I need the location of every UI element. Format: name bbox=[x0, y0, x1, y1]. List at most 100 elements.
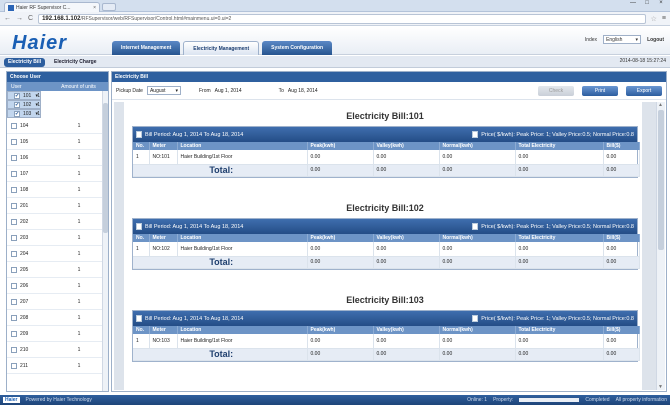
user-checkbox[interactable]: ✔ bbox=[14, 101, 20, 108]
user-checkbox[interactable] bbox=[11, 298, 17, 305]
new-tab-button[interactable] bbox=[102, 3, 116, 11]
user-checkbox[interactable] bbox=[11, 202, 17, 209]
close-tab-icon[interactable]: × bbox=[93, 5, 96, 11]
nav-system-configuration[interactable]: System Configuration bbox=[262, 41, 333, 55]
scroll-down-icon[interactable]: ▼ bbox=[658, 384, 663, 390]
minimize-icon[interactable]: — bbox=[626, 0, 640, 10]
user-row[interactable]: 203 1 bbox=[7, 230, 108, 246]
user-row[interactable]: 201 1 bbox=[7, 198, 108, 214]
user-name: 103 bbox=[23, 110, 32, 117]
user-row[interactable]: 207 1 bbox=[7, 294, 108, 310]
user-row[interactable]: 205 1 bbox=[7, 262, 108, 278]
user-checkbox[interactable]: ✔ bbox=[14, 92, 20, 99]
bill-column-header: Bill($) bbox=[603, 142, 640, 150]
language-select[interactable]: English bbox=[603, 35, 642, 44]
scrollbar-thumb[interactable] bbox=[658, 110, 664, 250]
user-row[interactable]: 105 1 bbox=[7, 134, 108, 150]
nav-internet-management[interactable]: Internet Management bbox=[112, 41, 181, 55]
tab-electricity-charge[interactable]: Electricity Charge bbox=[50, 58, 101, 67]
user-checkbox[interactable]: ✔ bbox=[14, 110, 20, 117]
bill-cell: 0.00 bbox=[603, 150, 640, 165]
user-amount: 1 bbox=[77, 202, 81, 209]
scrollbar-thumb[interactable] bbox=[103, 103, 108, 233]
scroll-up-icon[interactable]: ▲ bbox=[658, 102, 663, 108]
user-name: 101 bbox=[23, 92, 32, 99]
user-checkbox[interactable] bbox=[11, 330, 17, 337]
user-checkbox[interactable] bbox=[11, 346, 17, 353]
bill-cell: Haier Building/1st Floor bbox=[177, 242, 308, 257]
user-row[interactable]: 209 1 bbox=[7, 326, 108, 342]
user-index-link[interactable]: Index bbox=[585, 37, 597, 43]
bill-period-bar: Bill Period: Aug 1, 2014 To Aug 18, 2014… bbox=[133, 127, 637, 142]
bill-column-header: Bill($) bbox=[603, 326, 640, 334]
print-button[interactable]: Print bbox=[582, 85, 618, 96]
user-checkbox[interactable] bbox=[11, 138, 17, 145]
user-row[interactable]: 208 1 bbox=[7, 310, 108, 326]
bill-box: Bill Period: Aug 1, 2014 To Aug 18, 2014… bbox=[132, 126, 640, 178]
user-checkbox[interactable] bbox=[11, 314, 17, 321]
user-checkbox[interactable] bbox=[11, 266, 17, 273]
tab-title: Haier RF Supervisor C... bbox=[16, 4, 71, 11]
from-date-field[interactable]: Aug 1, 2014 bbox=[215, 88, 275, 94]
bookmark-star-icon[interactable]: ☆ bbox=[651, 15, 657, 23]
user-amount: 1 bbox=[77, 346, 81, 353]
status-logo: Haier bbox=[3, 397, 20, 403]
user-row[interactable]: 210 1 bbox=[7, 342, 108, 358]
user-row[interactable]: ✔ 101 1 bbox=[7, 91, 41, 100]
user-row[interactable]: 211 1 bbox=[7, 358, 108, 374]
reload-icon[interactable]: C bbox=[28, 15, 33, 22]
check-button[interactable]: Check bbox=[538, 85, 574, 96]
user-row[interactable]: 204 1 bbox=[7, 246, 108, 262]
url-input[interactable]: 192.168.1.102/RFSupervisor/web/RFSupervi… bbox=[38, 13, 646, 24]
bill-total-row: Total: 0.00 0.00 0.00 0.00 0.00 bbox=[133, 164, 640, 177]
main-nav: Internet Management Electricity Manageme… bbox=[112, 41, 333, 55]
pickup-date-select[interactable]: August bbox=[146, 86, 181, 95]
user-list-scrollbar[interactable] bbox=[102, 91, 108, 391]
bill-table: No. Meter Location Peak(kwh) Valley(kwh) Norm… bbox=[133, 142, 640, 177]
bill-cell: NO:101 bbox=[149, 150, 178, 165]
to-date-field[interactable]: Aug 18, 2014 bbox=[288, 88, 348, 94]
user-checkbox[interactable] bbox=[11, 218, 17, 225]
bill-column-header: Normal(kwh) bbox=[439, 234, 516, 242]
user-amount: 1 bbox=[77, 234, 81, 241]
user-checkbox[interactable] bbox=[11, 154, 17, 161]
user-row[interactable]: 206 1 bbox=[7, 278, 108, 294]
user-checkbox[interactable] bbox=[11, 234, 17, 241]
user-row[interactable]: ✔ 103 1 bbox=[7, 109, 41, 118]
user-amount: 1 bbox=[77, 362, 81, 369]
user-checkbox[interactable] bbox=[11, 122, 17, 129]
browser-tab[interactable]: Haier RF Supervisor C... × bbox=[4, 2, 100, 12]
user-checkbox[interactable] bbox=[11, 282, 17, 289]
tab-electricity-bill[interactable]: Electricity Bill bbox=[4, 58, 46, 67]
user-row[interactable]: 107 1 bbox=[7, 166, 108, 182]
back-icon[interactable]: ← bbox=[4, 15, 11, 22]
user-name: 202 bbox=[20, 218, 29, 225]
bill-column-header: Location bbox=[177, 142, 308, 150]
user-row[interactable]: 106 1 bbox=[7, 150, 108, 166]
user-row[interactable]: ✔ 102 1 bbox=[7, 100, 41, 109]
bill-column-header: No. bbox=[133, 326, 150, 334]
maximize-icon[interactable]: □ bbox=[640, 0, 654, 10]
bill-row: 1 NO:103 Haier Building/1st Floor 0.00 0.00 0… bbox=[133, 334, 640, 349]
user-checkbox[interactable] bbox=[11, 170, 17, 177]
bill-cell: 0.00 bbox=[373, 334, 440, 349]
export-button[interactable]: Export bbox=[626, 85, 662, 96]
browser-menu-icon[interactable]: ≡ bbox=[662, 15, 666, 22]
user-name: 105 bbox=[20, 138, 29, 145]
user-row[interactable]: 108 1 bbox=[7, 182, 108, 198]
powered-by-text: Powered by Haier Technology bbox=[25, 397, 92, 403]
from-label: From bbox=[198, 87, 211, 94]
bill-column-header: Meter bbox=[149, 326, 178, 334]
forward-icon[interactable]: → bbox=[16, 15, 23, 22]
logout-link[interactable]: Logout bbox=[647, 37, 664, 43]
user-checkbox[interactable] bbox=[11, 250, 17, 257]
nav-electricity-management[interactable]: Electricity Management bbox=[183, 41, 260, 55]
bill-cell: Haier Building/1st Floor bbox=[177, 150, 308, 165]
user-row[interactable]: 202 1 bbox=[7, 214, 108, 230]
user-row[interactable]: 104 1 bbox=[7, 118, 108, 134]
close-window-icon[interactable]: × bbox=[654, 0, 668, 10]
user-checkbox[interactable] bbox=[11, 362, 17, 369]
bill-cell: 0.00 bbox=[307, 242, 374, 257]
bill-scrollbar[interactable]: ▲ ▼ bbox=[656, 102, 665, 390]
user-checkbox[interactable] bbox=[11, 186, 17, 193]
